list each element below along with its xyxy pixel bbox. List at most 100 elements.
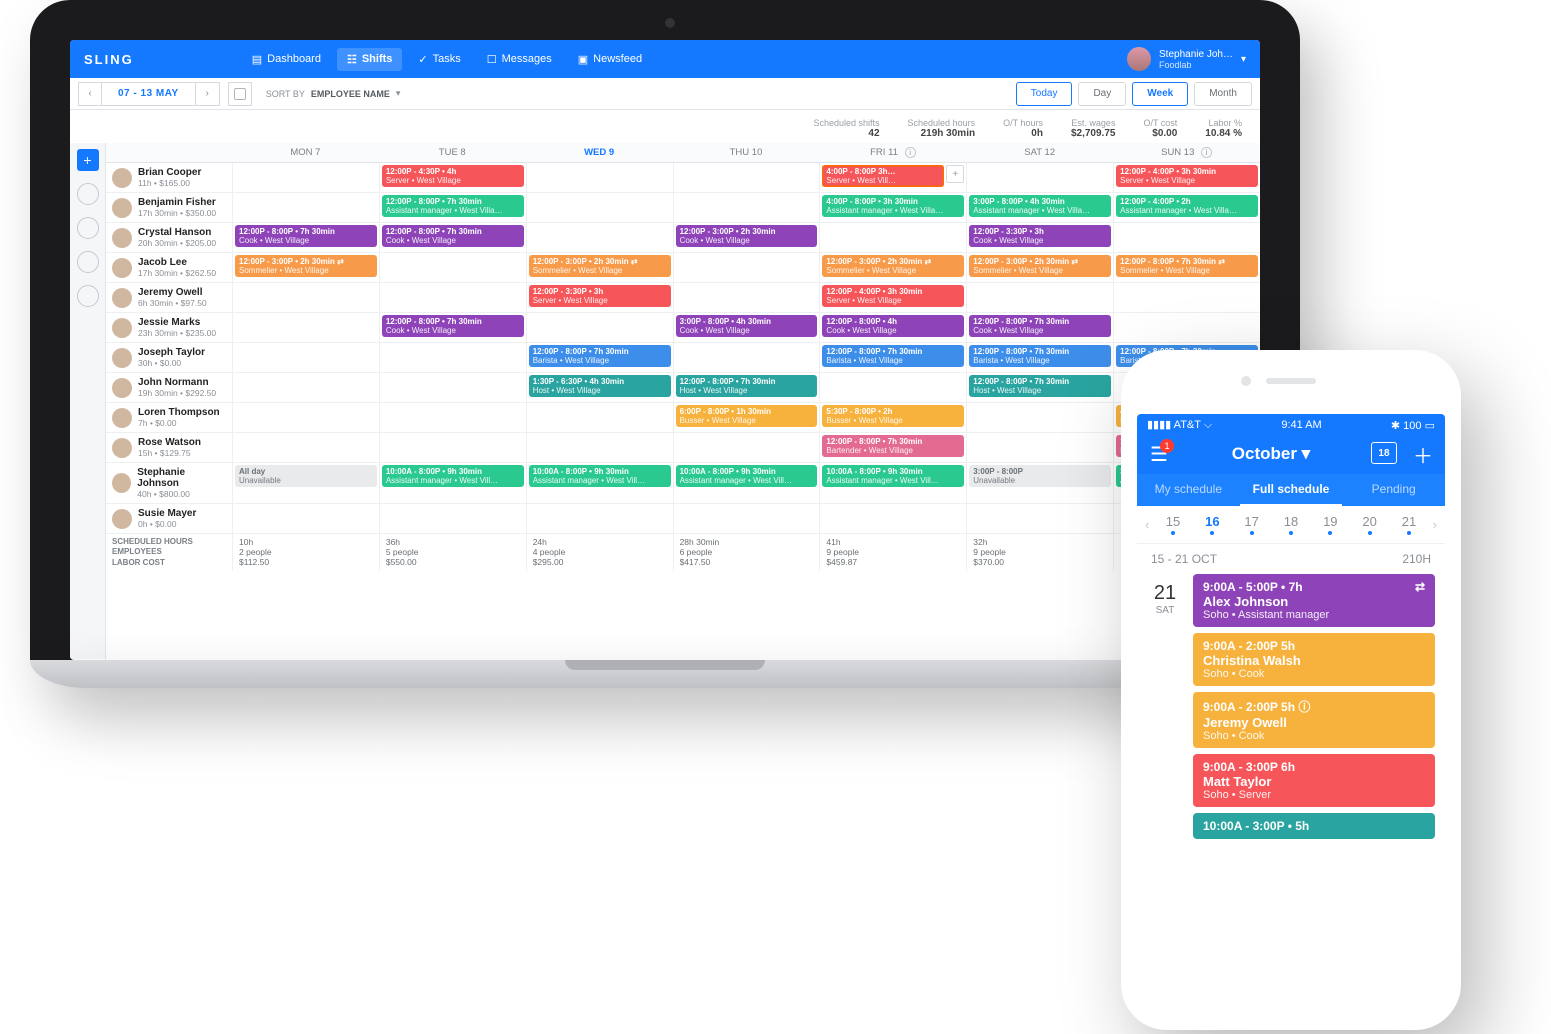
phone-day[interactable]: 19 bbox=[1311, 514, 1350, 535]
day-cell[interactable]: 12:00P - 8:00P • 7h 30minCook • West Vil… bbox=[379, 223, 526, 252]
day-cell[interactable]: 12:00P - 4:30P • 4hServer • West Village bbox=[379, 163, 526, 192]
shift-card[interactable]: 12:00P - 3:00P • 2h 30min ⇄Sommelier • W… bbox=[969, 255, 1111, 277]
day-cell[interactable] bbox=[673, 504, 820, 533]
shift-card[interactable]: 5:30P - 8:00P • 2hBusser • West Village bbox=[822, 405, 964, 427]
phone-tab[interactable]: Pending bbox=[1342, 474, 1445, 506]
day-cell[interactable] bbox=[526, 403, 673, 432]
shift-card[interactable]: 12:00P - 8:00P • 7h 30minCook • West Vil… bbox=[382, 315, 524, 337]
day-cell[interactable]: 1:30P - 6:30P • 4h 30minHost • West Vill… bbox=[526, 373, 673, 402]
day-cell[interactable] bbox=[673, 433, 820, 462]
shift-card[interactable]: 12:00P - 8:00P • 7h 30minBarista • West … bbox=[822, 345, 964, 367]
nav-messages[interactable]: ☐Messages bbox=[477, 48, 562, 71]
day-cell[interactable] bbox=[379, 433, 526, 462]
shift-card[interactable]: 12:00P - 3:00P • 2h 30min ⇄Sommelier • W… bbox=[235, 255, 377, 277]
date-range[interactable]: 07 - 13 MAY bbox=[102, 88, 195, 99]
shift-card[interactable]: 12:00P - 8:00P • 7h 30min ⇄Sommelier • W… bbox=[1116, 255, 1258, 277]
list-icon[interactable] bbox=[77, 251, 99, 273]
day-cell[interactable]: 10:00A - 8:00P • 9h 30minAssistant manag… bbox=[673, 463, 820, 503]
phone-day[interactable]: 20 bbox=[1350, 514, 1389, 535]
shift-card[interactable]: 12:00P - 8:00P • 7h 30minHost • West Vil… bbox=[676, 375, 818, 397]
employee-cell[interactable]: Benjamin Fisher17h 30min • $350.00 bbox=[106, 193, 232, 222]
day-cell[interactable]: 12:00P - 8:00P • 7h 30minBarista • West … bbox=[966, 343, 1113, 372]
day-cell[interactable]: 12:00P - 8:00P • 7h 30min ⇄Sommelier • W… bbox=[1113, 253, 1260, 282]
prev-week-button[interactable]: ‹ bbox=[78, 82, 102, 106]
employee-cell[interactable]: Loren Thompson7h • $0.00 bbox=[106, 403, 232, 432]
week-view-button[interactable]: Week bbox=[1132, 82, 1188, 106]
month-selector[interactable]: October ▾ bbox=[1232, 444, 1310, 464]
day-cell[interactable] bbox=[232, 283, 379, 312]
shift-card[interactable]: 12:00P - 8:00P • 7h 30minBarista • West … bbox=[969, 345, 1111, 367]
shift-card[interactable]: 6:00P - 8:00P • 1h 30minBusser • West Vi… bbox=[676, 405, 818, 427]
day-cell[interactable]: 12:00P - 8:00P • 7h 30minAssistant manag… bbox=[379, 193, 526, 222]
day-cell[interactable]: 12:00P - 3:00P • 2h 30min ⇄Sommelier • W… bbox=[526, 253, 673, 282]
add-slot-button[interactable]: + bbox=[946, 165, 964, 183]
shift-card[interactable]: 10:00A - 8:00P • 9h 30minAssistant manag… bbox=[676, 465, 818, 487]
day-cell[interactable] bbox=[232, 193, 379, 222]
day-cell[interactable]: 12:00P - 8:00P • 7h 30minHost • West Vil… bbox=[673, 373, 820, 402]
shift-card[interactable]: 12:00P - 3:30P • 3hCook • West Village bbox=[969, 225, 1111, 247]
employee-cell[interactable]: Jeremy Owell6h 30min • $97.50 bbox=[106, 283, 232, 312]
month-view-button[interactable]: Month bbox=[1194, 82, 1252, 106]
day-header[interactable]: THU 10 bbox=[673, 143, 820, 162]
phone-tab[interactable]: Full schedule bbox=[1240, 474, 1343, 506]
shift-card[interactable]: 12:00P - 4:00P • 2hAssistant manager • W… bbox=[1116, 195, 1258, 217]
day-cell[interactable]: 4:00P - 8:00P 3h…Server • West Vill…+ bbox=[819, 163, 966, 192]
day-header[interactable]: FRI 11 i bbox=[819, 143, 966, 162]
day-cell[interactable] bbox=[526, 223, 673, 252]
day-header[interactable]: WED 9 bbox=[526, 143, 673, 162]
day-cell[interactable]: 12:00P - 3:30P • 3hCook • West Village bbox=[966, 223, 1113, 252]
day-cell[interactable]: 12:00P - 8:00P • 7h 30minCook • West Vil… bbox=[379, 313, 526, 342]
employee-cell[interactable]: Jessie Marks23h 30min • $235.00 bbox=[106, 313, 232, 342]
location-icon[interactable] bbox=[77, 183, 99, 205]
day-cell[interactable] bbox=[379, 403, 526, 432]
day-cell[interactable] bbox=[966, 504, 1113, 533]
shift-card[interactable]: 12:00P - 8:00P • 7h 30minHost • West Vil… bbox=[969, 375, 1111, 397]
day-cell[interactable] bbox=[1113, 223, 1260, 252]
sort-control[interactable]: SORT BY EMPLOYEE NAME ▾ bbox=[266, 88, 401, 99]
day-cell[interactable]: 12:00P - 8:00P • 7h 30minBarista • West … bbox=[819, 343, 966, 372]
shift-card[interactable]: 3:00P - 8:00P • 4h 30minAssistant manage… bbox=[969, 195, 1111, 217]
day-cell[interactable]: 12:00P - 8:00P • 7h 30minCook • West Vil… bbox=[966, 313, 1113, 342]
user-menu[interactable]: Stephanie Joh… Foodlab ▾ bbox=[1127, 47, 1246, 71]
nav-tasks[interactable]: ✓Tasks bbox=[408, 48, 470, 71]
shift-card[interactable]: 12:00P - 4:30P • 4hServer • West Village bbox=[382, 165, 524, 187]
shift-card[interactable]: 12:00P - 8:00P • 7h 30minCook • West Vil… bbox=[382, 225, 524, 247]
shift-card[interactable]: 12:00P - 3:00P • 2h 30min ⇄Sommelier • W… bbox=[529, 255, 671, 277]
day-cell[interactable] bbox=[232, 504, 379, 533]
shift-card[interactable]: 10:00A - 8:00P • 9h 30minAssistant manag… bbox=[822, 465, 964, 487]
shift-card[interactable]: 1:30P - 6:30P • 4h 30minHost • West Vill… bbox=[529, 375, 671, 397]
next-days[interactable]: › bbox=[1429, 517, 1441, 532]
shift-card[interactable]: 4:00P - 8:00P 3h…Server • West Vill… bbox=[822, 165, 944, 187]
employee-cell[interactable]: Stephanie Johnson40h • $800.00 bbox=[106, 463, 232, 503]
day-cell[interactable] bbox=[966, 283, 1113, 312]
day-cell[interactable]: All dayUnavailable bbox=[232, 463, 379, 503]
day-cell[interactable] bbox=[232, 433, 379, 462]
day-header[interactable]: MON 7 bbox=[232, 143, 379, 162]
employee-cell[interactable]: Susie Mayer0h • $0.00 bbox=[106, 504, 232, 533]
shift-card[interactable]: 4:00P - 8:00P • 3h 30minAssistant manage… bbox=[822, 195, 964, 217]
employee-cell[interactable]: Crystal Hanson20h 30min • $205.00 bbox=[106, 223, 232, 252]
shift-card[interactable]: 12:00P - 3:00P • 2h 30min ⇄Sommelier • W… bbox=[822, 255, 964, 277]
day-cell[interactable]: 3:00P - 8:00P • 4h 30minAssistant manage… bbox=[966, 193, 1113, 222]
day-cell[interactable]: 6:00P - 8:00P • 1h 30minBusser • West Vi… bbox=[673, 403, 820, 432]
day-cell[interactable] bbox=[1113, 283, 1260, 312]
day-cell[interactable] bbox=[673, 163, 820, 192]
calendar-button[interactable]: 18 bbox=[1371, 442, 1397, 464]
phone-day[interactable]: 15 bbox=[1153, 514, 1192, 535]
next-week-button[interactable]: › bbox=[196, 82, 220, 106]
shift-card[interactable]: 12:00P - 8:00P • 7h 30minCook • West Vil… bbox=[235, 225, 377, 247]
shift-card[interactable]: 10:00A - 8:00P • 9h 30minAssistant manag… bbox=[382, 465, 524, 487]
day-cell[interactable] bbox=[379, 283, 526, 312]
shift-card[interactable]: 12:00P - 4:00P • 3h 30minServer • West V… bbox=[1116, 165, 1258, 187]
phone-day[interactable]: 16 bbox=[1193, 514, 1232, 535]
shift-card[interactable]: 3:00P - 8:00P • 4h 30minCook • West Vill… bbox=[676, 315, 818, 337]
shift-card[interactable]: 9:00A - 3:00P 6hMatt TaylorSoho • Server bbox=[1193, 754, 1435, 807]
day-cell[interactable]: 12:00P - 3:00P • 2h 30minCook • West Vil… bbox=[673, 223, 820, 252]
day-cell[interactable] bbox=[379, 373, 526, 402]
shift-card[interactable]: 12:00P - 8:00P • 7h 30minCook • West Vil… bbox=[969, 315, 1111, 337]
day-cell[interactable] bbox=[1113, 313, 1260, 342]
day-cell[interactable]: 3:00P - 8:00P • 4h 30minCook • West Vill… bbox=[673, 313, 820, 342]
day-cell[interactable] bbox=[232, 163, 379, 192]
phone-day[interactable]: 21 bbox=[1389, 514, 1428, 535]
day-cell[interactable] bbox=[232, 343, 379, 372]
